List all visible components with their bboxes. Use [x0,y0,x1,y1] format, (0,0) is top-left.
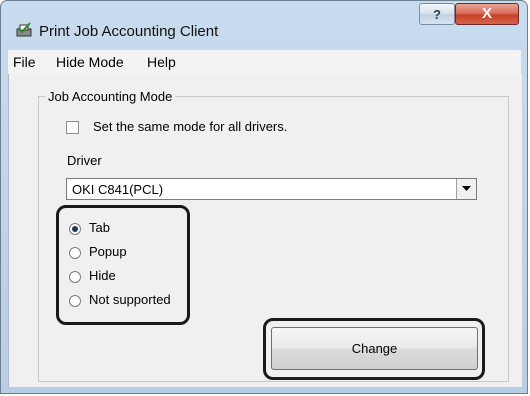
help-button[interactable]: ? [419,3,455,25]
radio-not-supported-label[interactable]: Not supported [89,292,171,307]
driver-select[interactable]: OKI C841(PCL) [66,178,477,200]
close-button[interactable]: X [455,3,519,25]
driver-select-value: OKI C841(PCL) [72,182,164,197]
radio-popup[interactable] [69,247,81,259]
same-mode-checkbox[interactable] [66,121,79,134]
radio-hide[interactable] [69,271,81,283]
menu-file[interactable]: File [13,54,36,70]
change-button[interactable]: Change [271,327,478,370]
printer-check-icon [16,22,32,37]
driver-dropdown-button[interactable] [456,179,476,199]
title-bar[interactable]: Print Job Accounting Client ? X [1,1,527,47]
window-title: Print Job Accounting Client [39,23,219,40]
radio-tab[interactable] [69,223,81,235]
radio-tab-label[interactable]: Tab [89,220,110,235]
client-area: Job Accounting Mode Set the same mode fo… [8,74,522,387]
radio-not-supported[interactable] [69,295,81,307]
group-label: Job Accounting Mode [45,89,176,104]
same-mode-label[interactable]: Set the same mode for all drivers. [93,119,287,134]
driver-label: Driver [67,153,102,168]
radio-popup-label[interactable]: Popup [89,244,127,259]
menu-help[interactable]: Help [147,54,176,70]
menu-bar: File Hide Mode Help [8,50,521,75]
app-window: Print Job Accounting Client ? X File Hid… [0,0,528,394]
menu-hide-mode[interactable]: Hide Mode [56,54,124,70]
chevron-down-icon [462,186,471,191]
radio-hide-label[interactable]: Hide [89,268,116,283]
